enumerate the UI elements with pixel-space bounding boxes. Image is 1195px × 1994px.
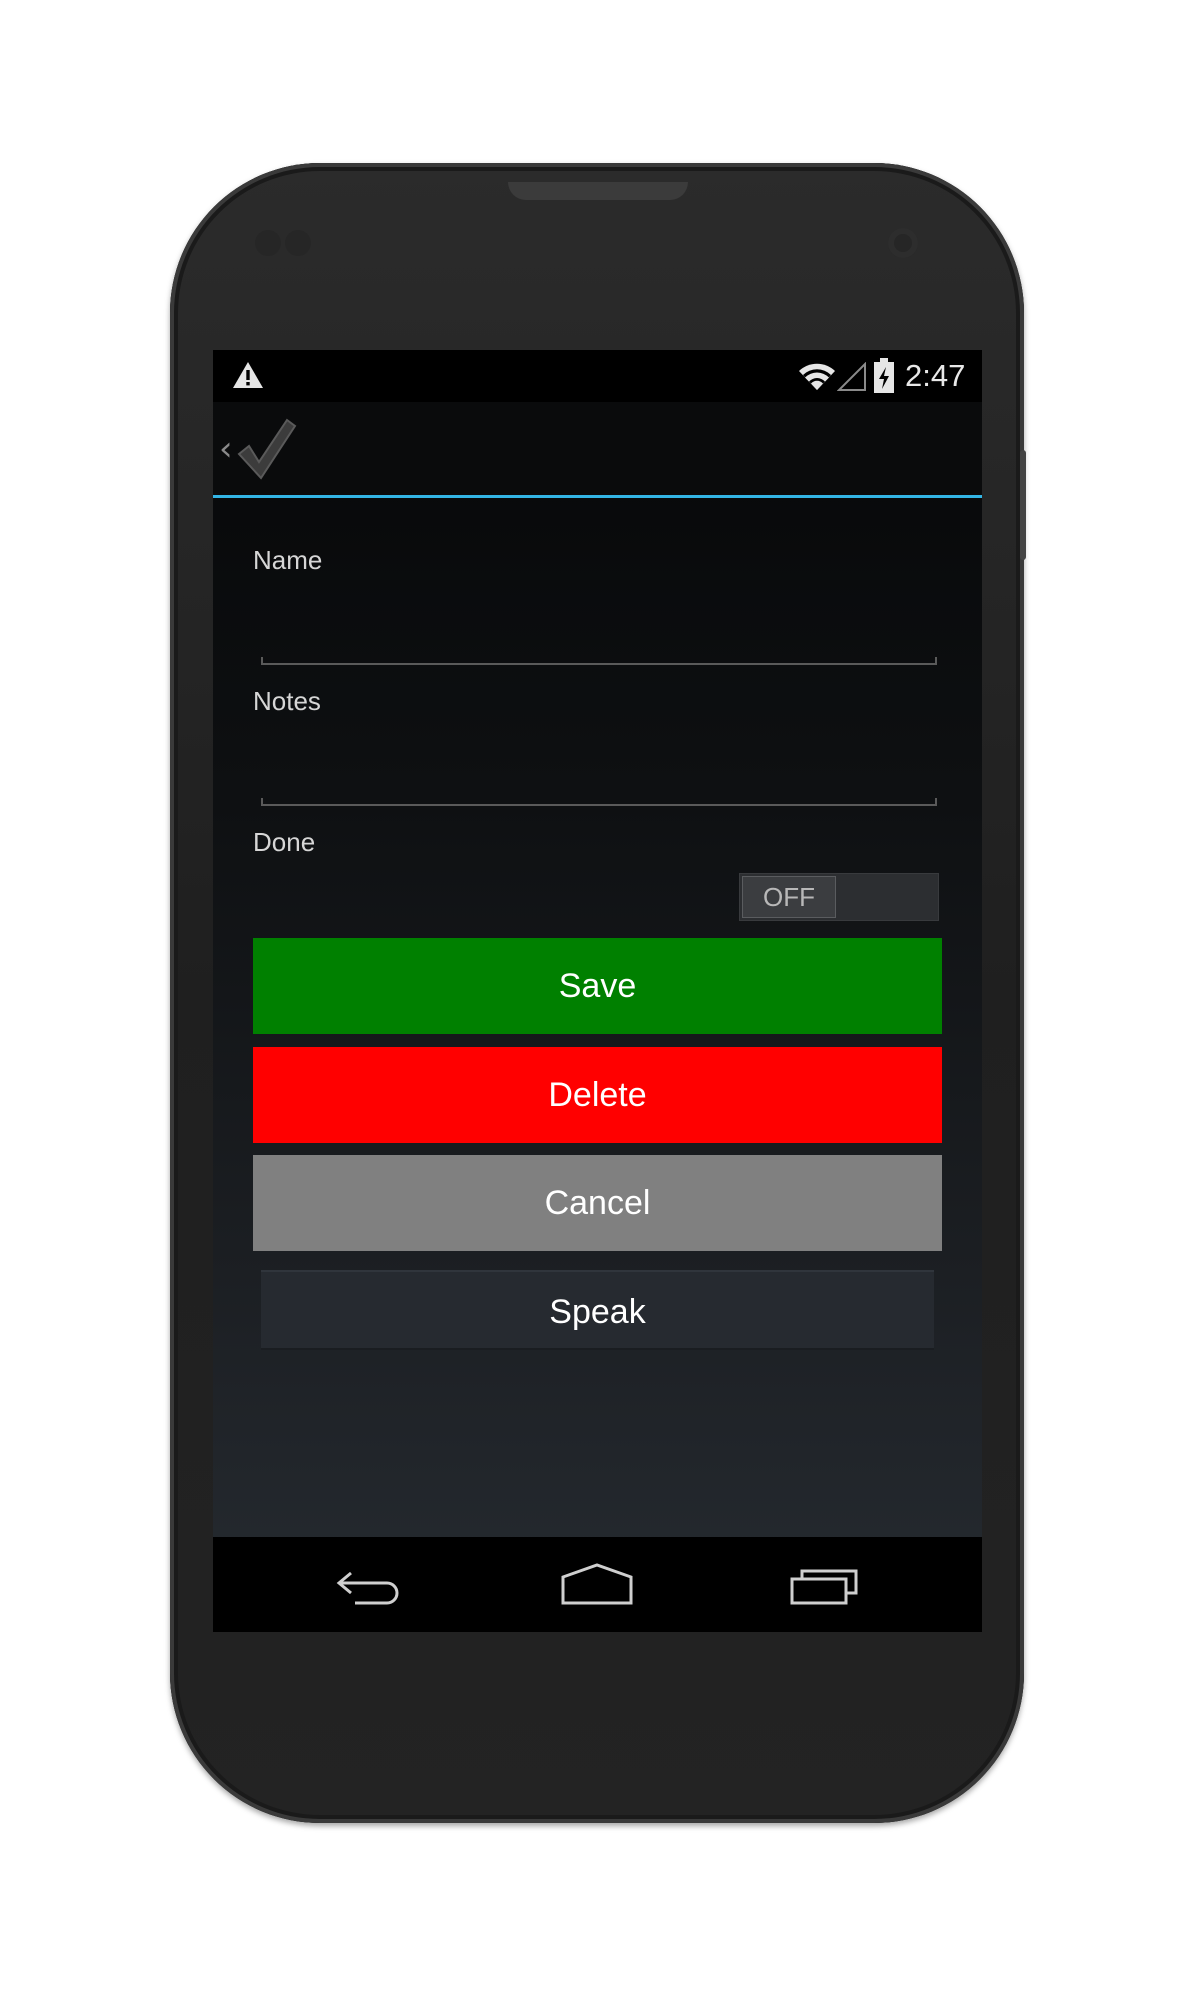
checkmark-icon[interactable]	[235, 416, 297, 482]
done-toggle-state: OFF	[742, 876, 836, 918]
proximity-sensors	[255, 230, 315, 256]
delete-button[interactable]: Delete	[253, 1047, 942, 1143]
cancel-button[interactable]: Cancel	[253, 1155, 942, 1251]
signal-icon	[837, 362, 866, 391]
speak-button[interactable]: Speak	[261, 1270, 934, 1350]
action-bar[interactable]: ‹	[213, 402, 982, 498]
notes-label: Notes	[253, 686, 321, 716]
done-label: Done	[253, 827, 316, 857]
device-frame: 2:47 ‹ Name Notes Done OFF Save Delete C…	[0, 0, 1195, 1994]
name-label: Name	[253, 545, 323, 575]
screen: 2:47 ‹ Name Notes Done OFF Save Delete C…	[213, 350, 982, 1632]
warning-icon	[233, 362, 263, 388]
recent-apps-icon[interactable]	[788, 1563, 860, 1605]
battery-charging-icon	[874, 358, 894, 393]
wifi-icon	[799, 363, 835, 390]
done-toggle[interactable]: OFF	[739, 873, 939, 921]
name-input-underline	[261, 657, 937, 665]
home-icon[interactable]	[559, 1563, 635, 1605]
up-caret-icon[interactable]: ‹	[219, 432, 233, 466]
save-button[interactable]: Save	[253, 938, 942, 1034]
status-bar: 2:47	[213, 350, 982, 402]
notes-input-underline	[261, 798, 937, 806]
earpiece-speaker	[508, 182, 688, 200]
status-clock: 2:47	[905, 358, 966, 393]
navigation-bar	[213, 1537, 982, 1632]
front-camera	[888, 228, 918, 258]
power-button	[1020, 450, 1026, 560]
back-icon[interactable]	[335, 1565, 405, 1605]
